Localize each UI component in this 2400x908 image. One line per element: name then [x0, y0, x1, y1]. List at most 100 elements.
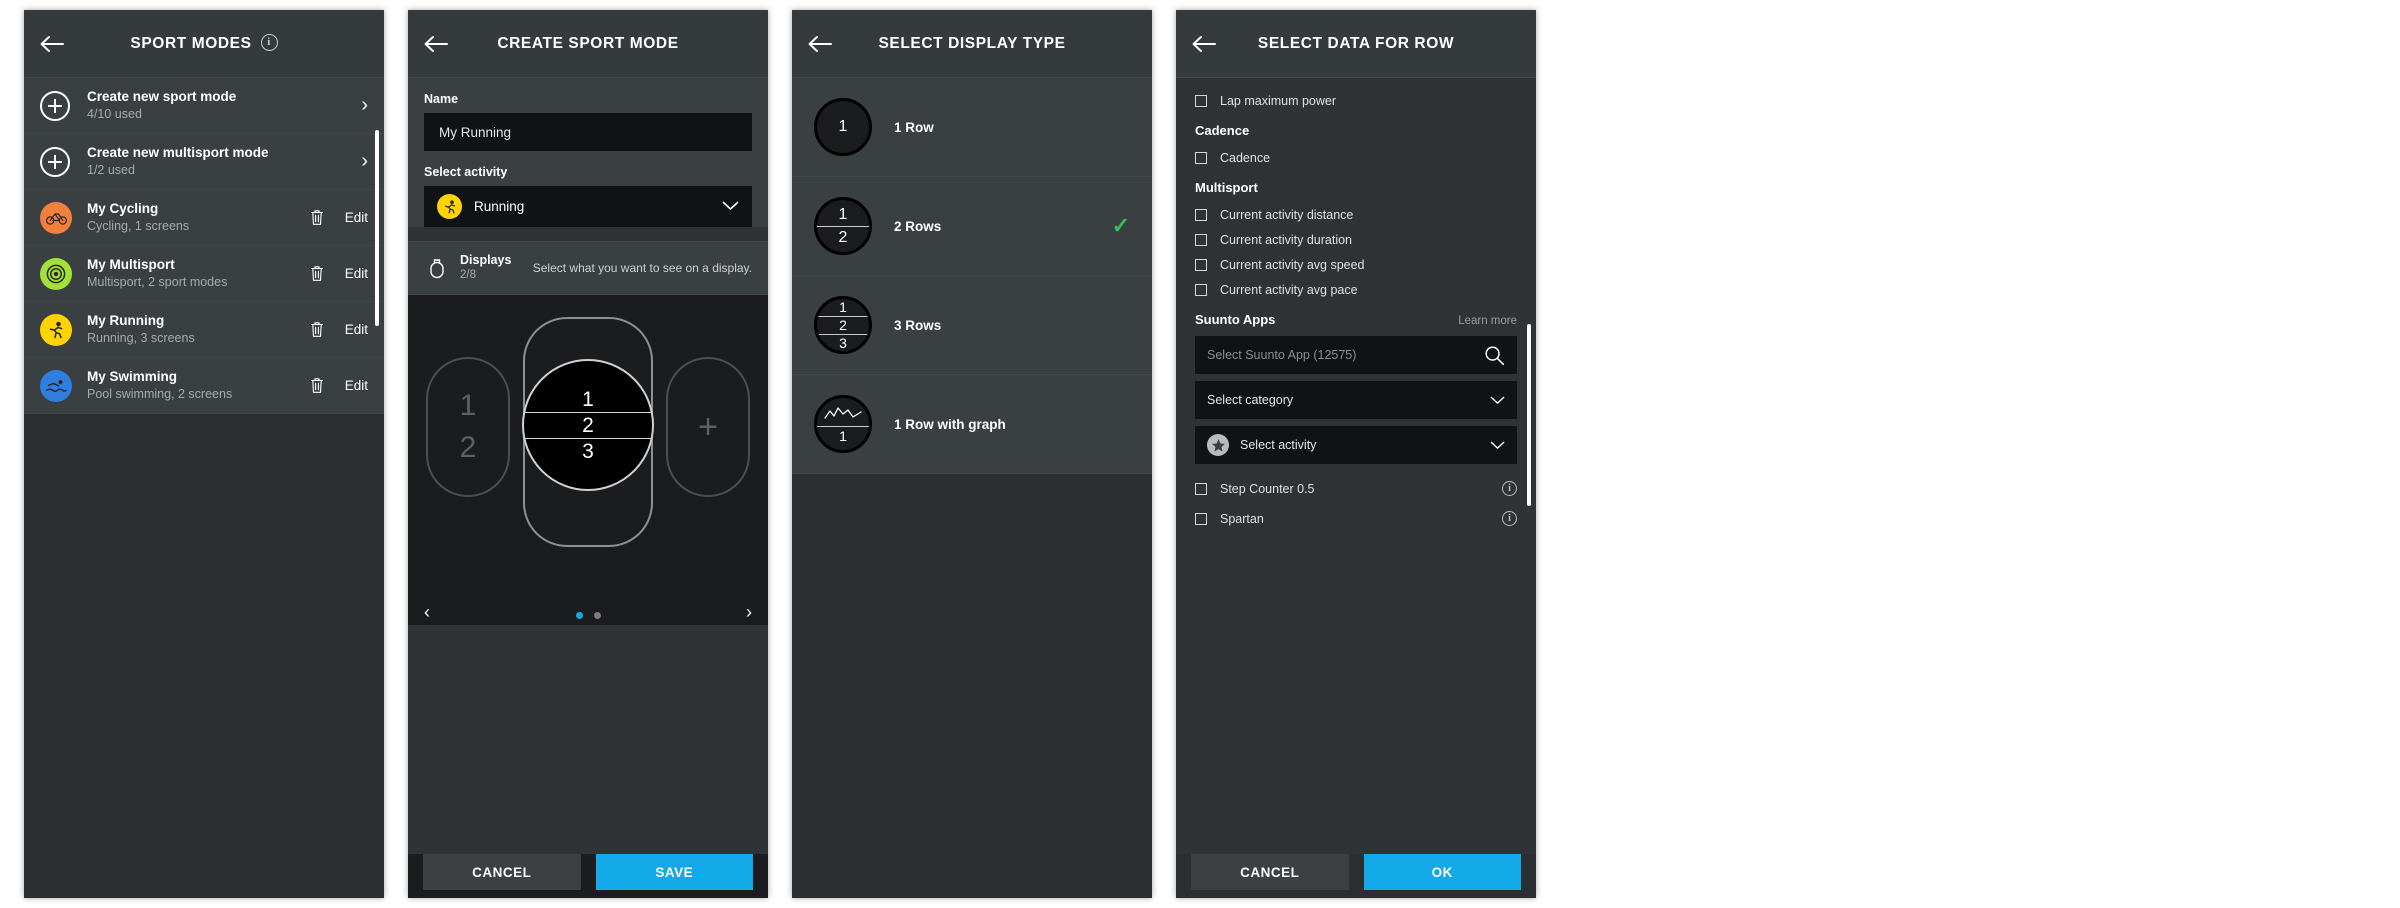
- display-pager: [408, 612, 768, 619]
- category-value: Select category: [1207, 393, 1294, 407]
- data-option-row[interactable]: Lap maximum power: [1176, 88, 1536, 113]
- sport-modes-list: Create new sport mode 4/10 used › Create…: [24, 78, 384, 898]
- delete-icon[interactable]: [303, 321, 331, 338]
- panel-create-sport-mode: CREATE SPORT MODE Name My Running Select…: [408, 10, 768, 898]
- prev-row-2: 2: [459, 431, 477, 464]
- watch-face[interactable]: 1 2 3: [522, 359, 654, 491]
- data-option-label: Current activity avg pace: [1220, 282, 1358, 297]
- checkbox[interactable]: [1195, 258, 1207, 271]
- ok-button[interactable]: OK: [1363, 854, 1521, 890]
- delete-icon[interactable]: [303, 377, 331, 394]
- suunto-apps-heading-row: Suunto Apps Learn more: [1176, 302, 1536, 334]
- cancel-button[interactable]: CANCEL: [1191, 854, 1349, 890]
- display-preview-2-rows: 1 2: [814, 197, 872, 255]
- checkbox[interactable]: [1195, 482, 1207, 495]
- sport-mode-name: My Swimming: [87, 369, 178, 384]
- display-icon: [424, 258, 450, 279]
- data-option-row[interactable]: Current activity distance: [1176, 202, 1536, 227]
- create-new-sport-mode-row[interactable]: Create new sport mode 4/10 used ›: [24, 78, 384, 134]
- back-arrow-icon[interactable]: [1176, 10, 1232, 78]
- select-data-header: SELECT DATA FOR ROW: [1176, 10, 1536, 78]
- delete-icon[interactable]: [303, 209, 331, 226]
- checkbox[interactable]: [1195, 233, 1207, 246]
- display-type-option-3-rows[interactable]: 1 2 3 3 Rows: [792, 276, 1152, 375]
- data-option-row[interactable]: Current activity duration: [1176, 227, 1536, 252]
- group-heading-suunto-apps: Suunto Apps: [1195, 312, 1276, 327]
- pager-dot-active[interactable]: [575, 612, 583, 619]
- sport-mode-row[interactable]: My Cycling Cycling, 1 screens Edit: [24, 190, 384, 246]
- checkbox[interactable]: [1195, 208, 1207, 221]
- sport-mode-name: My Running: [87, 313, 165, 328]
- create-new-multisport-mode-row[interactable]: Create new multisport mode 1/2 used ›: [24, 134, 384, 190]
- sport-mode-row[interactable]: My Multisport Multisport, 2 sport modes …: [24, 246, 384, 302]
- create-sport-mode-body: Name My Running Select activity Running: [408, 78, 768, 898]
- activity-dropdown[interactable]: Select activity: [1195, 426, 1517, 464]
- add-display-glyph: +: [698, 407, 718, 446]
- data-option-row[interactable]: Cadence: [1176, 145, 1536, 170]
- save-button[interactable]: SAVE: [595, 854, 753, 890]
- sport-mode-text: My Cycling Cycling, 1 screens: [87, 200, 303, 235]
- chevron-down-icon: [1490, 396, 1505, 404]
- edit-link[interactable]: Edit: [345, 322, 368, 337]
- category-dropdown[interactable]: Select category: [1195, 381, 1517, 419]
- list-scrollbar[interactable]: [1527, 324, 1531, 506]
- sport-mode-row[interactable]: My Running Running, 3 screens Edit: [24, 302, 384, 358]
- app-option-row[interactable]: Step Counter 0.5 i: [1176, 476, 1536, 501]
- screenshot-stage: SPORT MODES i Create new sport mode 4/10 …: [0, 0, 2400, 908]
- bike-icon: [40, 201, 72, 234]
- learn-more-link[interactable]: Learn more: [1458, 315, 1517, 327]
- info-icon[interactable]: i: [1502, 481, 1517, 496]
- checkbox[interactable]: [1195, 512, 1207, 525]
- edit-link[interactable]: Edit: [345, 210, 368, 225]
- app-option-row[interactable]: Spartan i: [1176, 506, 1536, 531]
- pager-dot[interactable]: [593, 612, 601, 619]
- search-icon[interactable]: [1484, 345, 1505, 366]
- checkbox[interactable]: [1195, 94, 1207, 107]
- chevron-down-icon: [1490, 441, 1505, 449]
- display-type-label: 2 Rows: [894, 218, 942, 234]
- cancel-button[interactable]: CANCEL: [423, 854, 581, 890]
- info-icon[interactable]: i: [1502, 511, 1517, 526]
- back-arrow-icon[interactable]: [24, 10, 80, 78]
- edit-link[interactable]: Edit: [345, 266, 368, 281]
- edit-link[interactable]: Edit: [345, 378, 368, 393]
- form-action-bar: CANCEL SAVE: [408, 854, 768, 898]
- info-icon[interactable]: i: [260, 33, 278, 51]
- list-scrollbar[interactable]: [375, 130, 379, 326]
- displays-title: Displays: [460, 253, 512, 267]
- display-type-option-2-rows[interactable]: 1 2 2 Rows ✓: [792, 177, 1152, 276]
- name-input[interactable]: My Running: [424, 113, 752, 151]
- panel-select-data-for-row: SELECT DATA FOR ROW Lap maximum power Ca…: [1176, 10, 1536, 898]
- data-option-row[interactable]: Current activity avg speed: [1176, 252, 1536, 277]
- row-number: 1: [838, 118, 848, 135]
- sport-mode-row[interactable]: My Swimming Pool swimming, 2 screens Edi…: [24, 358, 384, 414]
- data-option-label: Lap maximum power: [1220, 93, 1337, 108]
- plus-circle-icon: [40, 146, 70, 177]
- displays-hint: Select what you want to see on a display…: [532, 261, 752, 275]
- create-sport-text: Create new sport mode 4/10 used: [87, 88, 353, 123]
- row-number: 1: [838, 205, 848, 223]
- data-option-row[interactable]: Current activity avg pace: [1176, 277, 1536, 302]
- display-type-option-1-row[interactable]: 1 1 Row: [792, 78, 1152, 177]
- activity-select[interactable]: Running: [424, 186, 752, 227]
- display-type-label: 3 Rows: [894, 317, 942, 333]
- watch-preview-prev[interactable]: 1 2: [426, 357, 510, 497]
- selected-check-icon: ✓: [1111, 213, 1130, 238]
- sport-mode-desc: Multisport, 2 sport modes: [87, 275, 228, 289]
- target-icon: [40, 257, 72, 290]
- suunto-app-search-input[interactable]: Select Suunto App (12575): [1195, 336, 1517, 374]
- activity-label: Select activity: [424, 165, 508, 179]
- back-arrow-icon[interactable]: [408, 10, 464, 78]
- checkbox[interactable]: [1195, 151, 1207, 164]
- delete-icon[interactable]: [303, 265, 331, 282]
- checkbox[interactable]: [1195, 283, 1207, 296]
- watch-preview: 1 2 + 1 2 3 ‹ ›: [408, 295, 768, 625]
- sport-mode-name: My Multisport: [87, 257, 175, 272]
- watch-preview-add[interactable]: +: [666, 357, 750, 497]
- list-empty-area: [24, 414, 384, 898]
- select-display-type-header: SELECT DISPLAY TYPE: [792, 10, 1152, 78]
- display-type-option-1-row-graph[interactable]: 1 1 Row with graph: [792, 375, 1152, 474]
- display-type-label: 1 Row: [894, 119, 934, 135]
- back-arrow-icon[interactable]: [792, 10, 848, 78]
- sport-mode-form: Name My Running Select activity Running: [408, 78, 768, 227]
